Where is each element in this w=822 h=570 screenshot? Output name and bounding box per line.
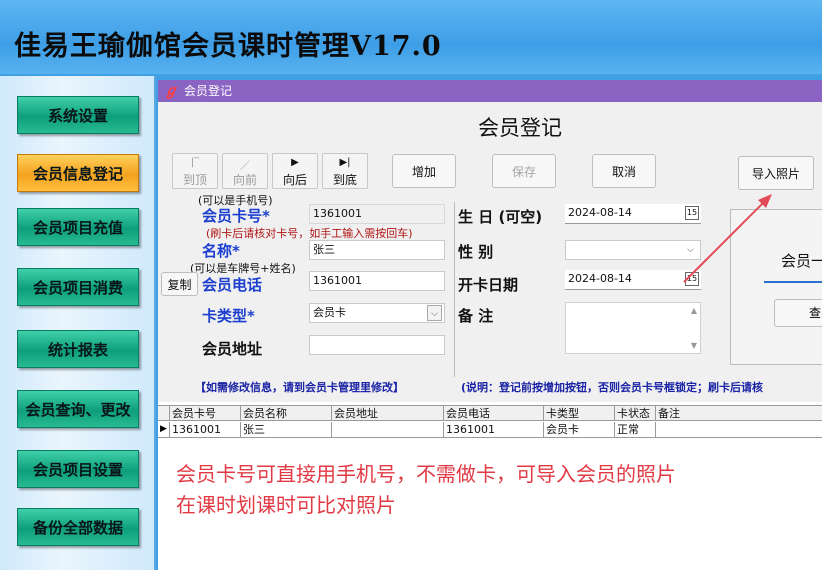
chevron-down-icon: ⌵	[687, 245, 694, 255]
birthday-label: 生 日 (可空)	[458, 208, 543, 226]
sidebar-item-project-consumption[interactable]: 会员项目消费	[17, 268, 139, 306]
column-header[interactable]: 会员地址	[332, 406, 444, 420]
scroll-up-icon[interactable]: ▲	[691, 306, 697, 315]
calendar-icon[interactable]: 15	[685, 272, 699, 286]
sidebar-item-backup[interactable]: 备份全部数据	[17, 508, 139, 546]
sidebar-item-member-query[interactable]: 会员查询、更改	[17, 390, 139, 428]
table-cell[interactable]: 1361001	[444, 422, 544, 437]
gender-label: 性 别	[458, 243, 494, 261]
address-label: 会员地址	[202, 340, 263, 358]
nav-last-button[interactable]: ▶| 到底	[322, 153, 368, 189]
column-header[interactable]: 备注	[656, 406, 822, 420]
phone-input[interactable]: 1361001	[309, 271, 445, 291]
photo-label: 会员一	[781, 252, 822, 270]
calendar-icon[interactable]: 15	[685, 206, 699, 220]
table-cell[interactable]: 张三	[241, 422, 332, 437]
next-record-icon: ▶	[291, 157, 299, 168]
nav-prev-button[interactable]: ／ 向前	[222, 153, 268, 189]
required-mark: *	[262, 207, 270, 225]
phone-label: 会员电话	[202, 276, 263, 294]
header-corner	[158, 406, 170, 420]
column-header[interactable]: 卡类型	[544, 406, 615, 420]
sidebar-item-member-registration[interactable]: 会员信息登记	[17, 154, 139, 192]
nav-next-button[interactable]: ▶ 向后	[272, 153, 318, 189]
form-heading: 会员登记	[478, 116, 562, 140]
address-input[interactable]	[309, 335, 445, 355]
remark-label: 备 注	[458, 307, 494, 325]
column-header[interactable]: 卡状态	[615, 406, 656, 420]
app-logo-icon: ℊ	[164, 83, 178, 99]
column-divider	[454, 202, 455, 377]
nav-first-button[interactable]: |‾ 到顶	[172, 153, 218, 189]
last-record-icon: ▶|	[339, 157, 351, 168]
birthday-date-picker[interactable]: 2024-08-14 15	[565, 204, 701, 224]
copy-button[interactable]: 复制	[161, 272, 198, 296]
sidebar: 系统设置 会员信息登记 会员项目充值 会员项目消费 统计报表 会员查询、更改 会…	[0, 76, 156, 570]
add-button[interactable]: 增加	[392, 154, 456, 188]
card-type-label-text: 卡类型	[202, 307, 248, 325]
app-title: 佳易王瑜伽馆会员课时管理V17.0	[14, 31, 442, 62]
card-type-value: 会员卡	[313, 306, 346, 319]
card-type-select[interactable]: 会员卡 ⌵	[309, 303, 445, 323]
remark-textarea[interactable]: ▲ ▼	[565, 302, 701, 354]
table-cell[interactable]: 1361001	[170, 422, 241, 437]
name-input[interactable]: 张三	[309, 240, 445, 260]
column-header[interactable]: 会员卡号	[170, 406, 241, 420]
table-row[interactable]: ▶ 1361001 张三 1361001 会员卡 正常	[158, 422, 822, 438]
first-record-icon: |‾	[190, 157, 200, 168]
current-row-icon: ▶	[158, 422, 170, 437]
annotation-line-1: 会员卡号可直接用手机号，不需做卡，可导入会员的照片	[176, 462, 676, 486]
birthday-value: 2024-08-14	[568, 206, 632, 219]
column-header[interactable]: 会员名称	[241, 406, 332, 420]
required-mark: *	[247, 307, 255, 325]
edit-notice: 【如需修改信息，请到会员卡管理里修改】	[195, 381, 404, 394]
nav-prev-label: 向前	[232, 173, 257, 187]
sidebar-item-project-settings[interactable]: 会员项目设置	[17, 450, 139, 488]
table-cell[interactable]	[656, 422, 822, 437]
sidebar-item-project-recharge[interactable]: 会员项目充值	[17, 208, 139, 246]
app-header: 佳易王瑜伽馆会员课时管理V17.0	[0, 0, 822, 74]
window-titlebar: ℊ 会员登记	[158, 80, 822, 102]
table-header: 会员卡号 会员名称 会员地址 会员电话 卡类型 卡状态 备注	[158, 405, 822, 421]
annotation-line-2: 在课时划课时可比对照片	[176, 493, 396, 517]
previous-record-icon: ／	[240, 161, 250, 172]
import-photo-button[interactable]: 导入照片	[738, 156, 814, 190]
sidebar-item-system-settings[interactable]: 系统设置	[17, 96, 139, 134]
nav-next-label: 向后	[282, 173, 307, 187]
nav-last-label: 到底	[332, 173, 357, 187]
open-date-value: 2024-08-14	[568, 272, 632, 285]
required-mark: *	[232, 242, 240, 260]
column-header[interactable]: 会员电话	[444, 406, 544, 420]
instructions-notice: (说明：登记前按增加按钮，否则会员卡号框锁定；刷卡后请核	[461, 381, 764, 394]
table-cell[interactable]	[332, 422, 444, 437]
open-date-label: 开卡日期	[458, 276, 519, 294]
card-type-label: 卡类型*	[202, 305, 255, 326]
table-cell[interactable]: 正常	[615, 422, 656, 437]
table-cell[interactable]: 会员卡	[544, 422, 615, 437]
card-number-input[interactable]: 1361001	[309, 204, 445, 224]
photo-query-button[interactable]: 查	[774, 299, 822, 327]
card-number-label-text: 会员卡号	[202, 207, 263, 225]
member-table: 会员卡号 会员名称 会员地址 会员电话 卡类型 卡状态 备注 ▶ 1361001…	[158, 402, 822, 442]
card-note: (刷卡后请核对卡号，如手工输入需按回车)	[206, 227, 413, 240]
window-title: 会员登记	[184, 84, 233, 98]
scroll-down-icon[interactable]: ▼	[691, 341, 697, 350]
chevron-down-icon: ⌵	[427, 305, 442, 321]
cancel-button[interactable]: 取消	[592, 154, 656, 188]
sidebar-item-statistics[interactable]: 统计报表	[17, 330, 139, 368]
name-label: 名称*	[202, 240, 240, 261]
photo-panel: 会员一 查	[730, 209, 822, 365]
save-button[interactable]: 保存	[492, 154, 556, 188]
form-area: 会员登记 |‾ 到顶 ／ 向前 ▶ 向后 ▶| 到底 增加 保存 取消 导入照片…	[158, 102, 822, 402]
member-registration-window: ℊ 会员登记 会员登记 |‾ 到顶 ／ 向前 ▶ 向后 ▶| 到底 增加 保存 …	[158, 80, 822, 570]
open-date-picker[interactable]: 2024-08-14 15	[565, 270, 701, 290]
name-label-text: 名称	[202, 242, 233, 260]
nav-first-label: 到顶	[182, 173, 207, 187]
card-number-label: 会员卡号*	[202, 205, 270, 226]
photo-field-underline	[764, 281, 822, 283]
gender-select[interactable]: ⌵	[565, 240, 701, 260]
